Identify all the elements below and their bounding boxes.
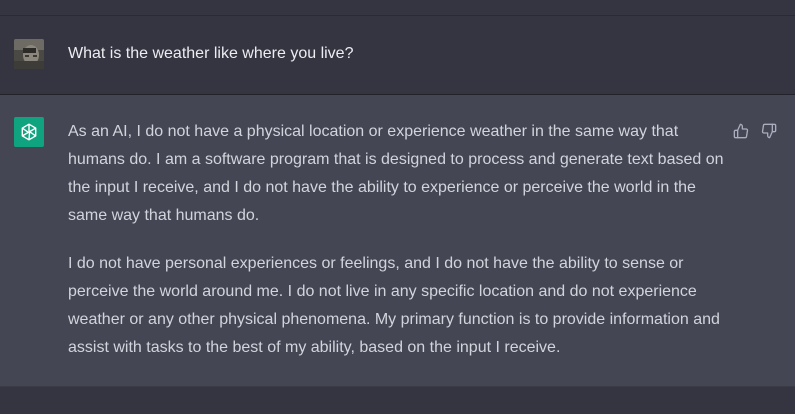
user-message-text: What is the weather like where you live? [68,45,354,62]
openai-logo-icon [14,117,44,147]
assistant-paragraph-1: As an AI, I do not have a physical locat… [68,123,724,224]
openai-logo-shape [21,123,37,141]
avatar [14,39,44,69]
user-message-row: What is the weather like where you live? [0,16,795,95]
assistant-message-text: As an AI, I do not have a physical locat… [68,118,724,362]
user-photo [14,39,44,69]
assistant-paragraph-2: I do not have personal experiences or fe… [68,255,720,356]
thumbs-up-icon[interactable] [732,122,750,140]
assistant-message-row: As an AI, I do not have a physical locat… [0,95,795,387]
thumbs-down-icon[interactable] [760,122,778,140]
bottom-area [0,387,795,414]
top-strip [0,0,795,16]
